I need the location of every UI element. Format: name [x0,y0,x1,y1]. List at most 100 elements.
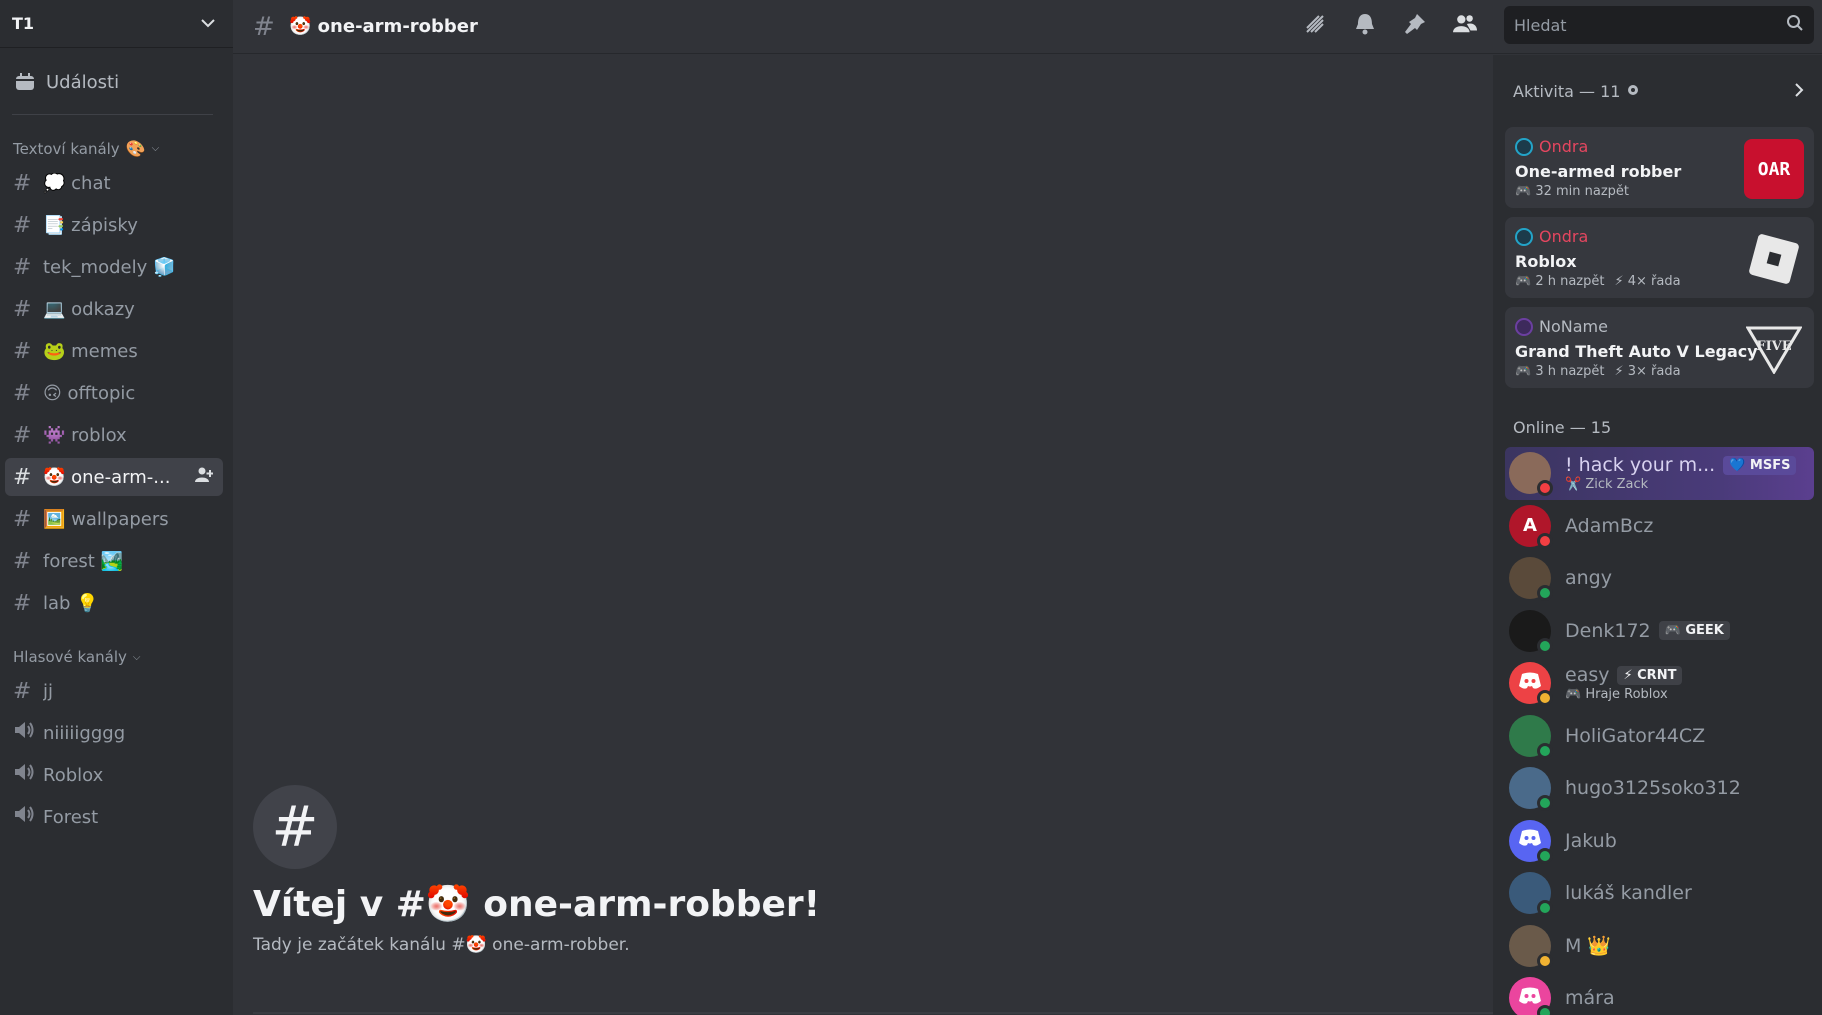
member-status-text: ✂️ Zick Zack [1565,477,1649,493]
status-dnd-icon [1537,480,1553,497]
hash-icon: # [13,548,32,574]
member-tag: 💙 MSFS [1723,455,1797,475]
avatar [1509,609,1553,654]
channel-label: 🖼️ wallpapers [43,508,169,530]
server-name: T1 [12,14,35,33]
hash-icon: # [13,254,32,280]
member-item[interactable]: mára [1505,972,1814,1015]
chevron-down-icon: ⌵ [151,143,160,154]
speaker-icon [13,720,43,746]
channel-jj[interactable]: # jj [5,672,223,710]
member-status-text: 🎮 Hraje Roblox [1565,687,1668,703]
hash-icon: # [13,590,32,616]
gta-logo-icon: FIVE [1744,319,1804,379]
search-bar[interactable] [1504,6,1814,44]
avatar-glyph: A [1523,515,1537,537]
avatar [1509,819,1553,864]
game-thumbnail-text: OAR [1757,158,1791,180]
member-list-icon[interactable] [1453,12,1477,36]
channel-welcome: # Vítej v #🤡 one-arm-robber! Tady je zač… [253,785,820,955]
channel-header: # 🤡 one-arm-robber [233,0,1822,54]
member-tag: 🎮 GEEK [1658,621,1730,641]
hash-icon: # [13,170,32,196]
member-item[interactable]: hugo3125soko312 [1505,762,1814,815]
chevron-down-icon[interactable] [201,16,215,32]
activity-time: 🎮 32 min nazpět [1515,184,1630,199]
voice-channel-roblox[interactable]: Roblox [5,756,223,794]
activity-card[interactable]: Ondra One-armed robber 🎮 32 min nazpět O… [1505,127,1814,208]
channel-lab[interactable]: # lab 💡 [5,584,223,622]
channel-wallpapers[interactable]: # 🖼️ wallpapers [5,500,223,538]
pin-icon[interactable] [1403,12,1427,36]
speaker-icon [13,804,43,830]
channel-sidebar: T1 Události Textoví kanály 🎨 ⌵ # 💭 chat #… [0,0,233,1015]
channel-label: 👾 roblox [43,424,127,446]
voice-category-header[interactable]: Hlasové kanály ⌵ [13,648,233,666]
voice-channel-niiiiigggg[interactable]: niiiiigggg [5,714,223,752]
activity-user: Ondra [1539,227,1589,246]
chevron-right-icon[interactable] [1794,82,1804,101]
text-category-header[interactable]: Textoví kanály 🎨 ⌵ [13,139,233,158]
search-input[interactable] [1514,15,1774,35]
hash-icon: # [13,380,32,406]
channel-odkazy[interactable]: # 💻 odkazy [5,290,223,328]
status-idle-icon [1537,690,1553,707]
member-name: HoliGator44CZ [1565,724,1706,747]
activity-header[interactable]: Aktivita — 11 [1493,55,1822,127]
activity-card[interactable]: Ondra Roblox 🎮 2 h nazpět ⚡ 4× řada [1505,217,1814,298]
member-name: easy [1565,664,1610,687]
member-item[interactable]: HoliGator44CZ [1505,710,1814,763]
activity-time: 🎮 3 h nazpět [1515,364,1605,379]
channel-offtopic[interactable]: # 🙃 offtopic [5,374,223,412]
status-online-icon [1537,637,1553,654]
channel-label: tek_modely 🧊 [43,256,176,278]
member-item[interactable]: lukáš kandler [1505,867,1814,920]
voice-channel-list: # jj niiiiigggg Roblox Forest [0,672,233,836]
channel-tek-modely[interactable]: # tek_modely 🧊 [5,248,223,286]
hash-icon: # [13,678,32,704]
member-name: M 👑 [1565,935,1612,958]
threads-icon[interactable] [1303,12,1327,36]
member-list: ! hack your m... 💙 MSFS ✂️ Zick Zack A Ada… [1493,447,1822,1015]
activity-user: Ondra [1539,137,1589,156]
avatar [1515,137,1533,156]
roblox-logo-icon [1744,229,1804,289]
voice-channel-forest[interactable]: Forest [5,798,223,836]
member-item[interactable]: angy [1505,552,1814,605]
member-item[interactable]: Jakub [1505,815,1814,868]
member-name: angy [1565,567,1612,590]
channel-chat[interactable]: # 💭 chat [5,164,223,202]
online-header: Online — 15 [1513,418,1612,437]
divider [12,114,213,115]
hash-icon: # [253,11,275,42]
search-icon[interactable] [1786,14,1804,36]
hash-icon: # [253,785,337,869]
channel-label: 🙃 offtopic [43,382,136,404]
channel-label: 💭 chat [43,172,111,194]
activity-title-wrap: Aktivita — 11 [1513,82,1640,101]
member-item[interactable]: Denk172 🎮 GEEK [1505,605,1814,658]
member-item[interactable]: easy ⚡ CRNT 🎮 Hraje Roblox [1505,657,1814,710]
status-online-icon [1537,795,1553,812]
channel-zapisky[interactable]: # 📑 zápisky [5,206,223,244]
member-name: AdamBcz [1565,514,1654,537]
bell-icon[interactable] [1353,12,1377,36]
member-item[interactable]: M 👑 [1505,920,1814,973]
channel-forest[interactable]: # forest 🏞️ [5,542,223,580]
avatar [1515,227,1533,246]
channel-roblox[interactable]: # 👾 roblox [5,416,223,454]
invite-member-icon[interactable] [195,467,214,487]
channel-one-arm-robber[interactable]: # 🤡 one-arm-... [5,458,223,496]
member-item[interactable]: A AdamBcz [1505,500,1814,553]
server-header[interactable]: T1 [0,0,233,48]
events-item[interactable]: Události [8,62,225,102]
speaker-icon [13,762,43,788]
hash-icon: # [13,506,32,532]
activity-card[interactable]: NoName Grand Theft Auto V Legacy 🎮 3 h n… [1505,307,1814,388]
category-label: Hlasové kanály [13,648,127,666]
chevron-down-icon: ⌵ [132,651,141,663]
channel-memes[interactable]: # 🐸 memes [5,332,223,370]
hash-icon: # [13,212,32,238]
gear-icon[interactable] [1626,82,1640,101]
member-item[interactable]: ! hack your m... 💙 MSFS ✂️ Zick Zack [1505,447,1814,500]
